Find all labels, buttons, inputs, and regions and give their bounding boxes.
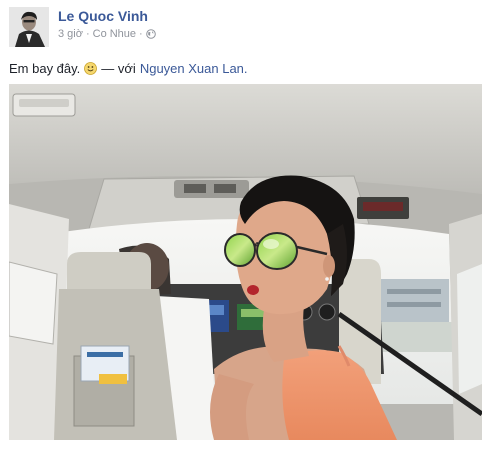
location-link[interactable]: Co Nhue — [93, 28, 136, 40]
avatar[interactable] — [9, 7, 49, 47]
globe-icon[interactable] — [145, 29, 156, 39]
with-text: — với — [101, 61, 136, 76]
facebook-post: Le Quoc Vinh 3 giờ · Co Nhue · Em bay đâ… — [0, 0, 489, 450]
meta-separator: · — [85, 28, 90, 40]
tagged-person-link[interactable]: Nguyen Xuan Lan. — [140, 61, 248, 76]
meta-separator-2: · — [139, 28, 143, 40]
post-meta: 3 giờ · Co Nhue · — [58, 28, 156, 40]
author-name[interactable]: Le Quoc Vinh — [58, 8, 148, 24]
post-photo[interactable] — [9, 84, 482, 440]
timestamp[interactable]: 3 giờ — [58, 28, 83, 40]
post-message: Em bay đây. — với Nguyen Xuan Lan. — [9, 61, 248, 76]
smile-icon — [84, 62, 98, 75]
post-text: Em bay đây. — [9, 61, 81, 76]
